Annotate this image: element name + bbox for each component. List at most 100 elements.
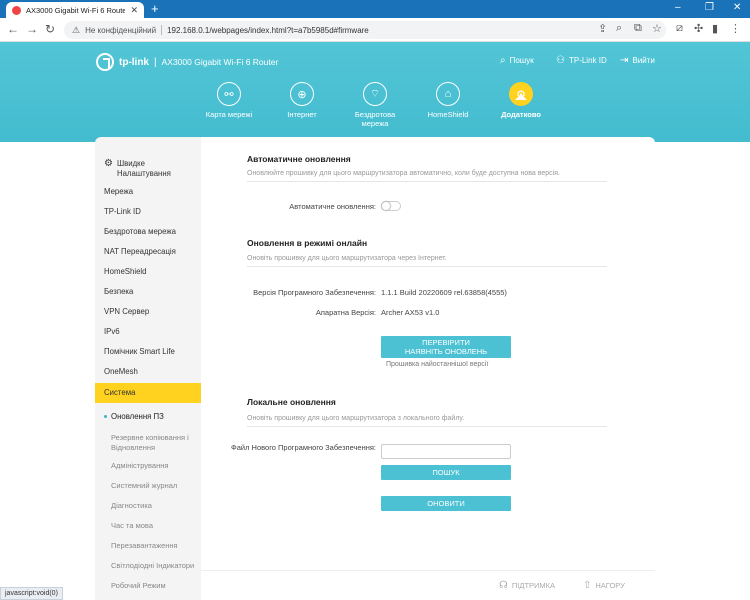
omnibox-divider: [161, 25, 163, 35]
browser-tab-bar: AX3000 Gigabit Wi-Fi 6 Router ✕ + – ❐ ✕: [0, 0, 750, 18]
sidebar-subitem-diagnostics[interactable]: Діагностика: [95, 501, 201, 511]
sidebar-item-nat[interactable]: NAT Переадресація: [95, 247, 201, 257]
new-firmware-file-label: Файл Нового Програмного Забезпечення:: [231, 443, 376, 452]
update-button[interactable]: ОНОВИТИ: [381, 496, 511, 511]
logout-link[interactable]: ⇥ Вийти: [620, 55, 655, 66]
nav-network-map[interactable]: ⚯ Карта мережі: [197, 82, 261, 119]
sidebar-subitem-label: Оновлення ПЗ: [111, 412, 164, 421]
reading-list-icon[interactable]: ⧄: [676, 22, 683, 35]
nav-label: Бездротова мережа: [354, 110, 396, 128]
sidebar-item-vpn[interactable]: VPN Сервер: [95, 307, 201, 317]
sidebar-subitem-firmware[interactable]: Оновлення ПЗ: [95, 412, 201, 422]
tab-favicon-icon: [12, 5, 21, 15]
sidebar-subitem-admin[interactable]: Адміністрування: [95, 461, 201, 471]
extensions-icon[interactable]: ⧉: [634, 22, 642, 35]
back-to-top-link[interactable]: ⇧ НАГОРУ: [583, 580, 625, 591]
sidebar-subitem-mode[interactable]: Робочий Режим: [95, 581, 201, 591]
support-icon: ☊: [499, 580, 508, 591]
address-bar: ← → ↻ ⚠ Не конфіденційний 192.168.0.1/we…: [0, 18, 750, 42]
tab-close-icon[interactable]: ✕: [130, 5, 138, 16]
logout-label: Вийти: [632, 56, 655, 65]
menu-icon[interactable]: ⋮: [730, 22, 741, 35]
quick-setup-icon: ⚙: [104, 158, 113, 169]
firmware-version-value: 1.1.1 Build 20220609 rel.63858(4555): [381, 288, 507, 297]
auto-update-title: Автоматичне оновлення: [247, 154, 351, 164]
sidebar-item-wireless[interactable]: Бездротова мережа: [95, 227, 201, 237]
back-icon[interactable]: ←: [7, 22, 19, 36]
nav-active-pointer: [515, 94, 527, 100]
hardware-version-label: Апаратна Версія:: [315, 308, 376, 317]
sidebar-subitem-backup[interactable]: Резервне копіювання і Відновлення: [95, 433, 201, 453]
puzzle-icon[interactable]: ✣: [694, 22, 703, 35]
browser-tab[interactable]: AX3000 Gigabit Wi-Fi 6 Router ✕: [6, 2, 144, 18]
bookmark-star-icon[interactable]: ☆: [652, 22, 662, 35]
sidebar-item-onemesh[interactable]: OneMesh: [95, 367, 201, 377]
user-icon: ⚇: [556, 55, 565, 66]
support-label: ПІДТРИМКА: [511, 581, 556, 590]
maximize-icon[interactable]: ❐: [705, 2, 714, 13]
logout-icon: ⇥: [620, 55, 629, 66]
sidebar-item-tplink-id[interactable]: TP-Link ID: [95, 207, 201, 217]
minimize-icon[interactable]: –: [675, 2, 681, 13]
back-to-top-label: НАГОРУ: [595, 581, 625, 590]
sidebar-subitem-reboot[interactable]: Перезавантаження: [95, 541, 201, 551]
sidebar-item-ipv6[interactable]: IPv6: [95, 327, 201, 337]
nav-homeshield[interactable]: ⌂ HomeShield: [416, 82, 480, 119]
sidebar-subitem-time[interactable]: Час та мова: [95, 521, 201, 531]
local-update-desc: Оновіть прошивку для цього маршрутизатор…: [247, 415, 607, 427]
auto-update-label: Автоматичне оновлення:: [289, 202, 376, 211]
url-text[interactable]: 192.168.0.1/webpages/index.html?t=a7b598…: [167, 26, 369, 35]
browse-button[interactable]: ПОШУК: [381, 465, 511, 480]
main-nav: ⚯ Карта мережі ⊕ Інтернет ⌔ Бездротова м…: [200, 82, 560, 142]
sidebar-item-homeshield[interactable]: HomeShield: [95, 267, 201, 277]
auto-update-toggle[interactable]: [381, 201, 401, 211]
forward-icon[interactable]: →: [26, 22, 38, 36]
firmware-status-note: Прошивка найостаннішої версії: [386, 361, 489, 368]
check-update-button[interactable]: ПЕРЕВІРИТИ НАЯВНІТЬ ОНОВЛЕНЬ: [381, 336, 511, 358]
sidebar-item-label: Швидке Налаштування: [116, 159, 171, 178]
sidebar-item-system[interactable]: Система: [95, 383, 201, 403]
new-tab-icon[interactable]: +: [151, 1, 159, 16]
wifi-icon: ⌔: [363, 82, 387, 106]
firmware-panel: Автоматичне оновлення Оновлюйте прошивку…: [201, 137, 655, 600]
home-shield-icon: ⌂: [436, 82, 460, 106]
tplink-id-link[interactable]: ⚇ TP-Link ID: [556, 55, 607, 66]
support-link[interactable]: ☊ ПІДТРИМКА: [499, 580, 555, 591]
nav-advanced[interactable]: ⚙ Додатково: [489, 82, 553, 119]
url-field[interactable]: ⚠ Не конфіденційний 192.168.0.1/webpages…: [64, 21, 666, 39]
tab-title: AX3000 Gigabit Wi-Fi 6 Router: [26, 5, 126, 15]
firmware-version-label: Версія Програмного Забезпечення:: [253, 288, 376, 297]
zoom-icon[interactable]: ⌕: [616, 22, 622, 35]
router-model: AX3000 Gigabit Wi-Fi 6 Router: [161, 57, 279, 67]
nav-label: Інтернет: [287, 110, 317, 119]
sidebar-subitem-syslog[interactable]: Системний журнал: [95, 481, 201, 491]
sidebar-subitem-led[interactable]: Світлодіодні Індикатори: [95, 561, 201, 571]
panel-footer: ☊ ПІДТРИМКА ⇧ НАГОРУ: [201, 570, 655, 600]
browser-status-bar: javascript:void(0): [0, 587, 63, 600]
tplink-logo: tp-link | AX3000 Gigabit Wi-Fi 6 Router: [96, 53, 278, 71]
logo-divider: |: [154, 56, 157, 68]
active-dot: [104, 415, 107, 419]
hardware-version-value: Archer AX53 v1.0: [381, 308, 440, 317]
nav-wireless[interactable]: ⌔ Бездротова мережа: [343, 82, 407, 128]
online-update-title: Оновлення в режимі онлайн: [247, 238, 368, 248]
sidebar-item-smart-life[interactable]: Помічник Smart Life: [95, 347, 201, 357]
warning-icon: ⚠: [72, 24, 81, 35]
firmware-file-field[interactable]: [381, 444, 511, 459]
arrow-up-icon: ⇧: [583, 580, 592, 591]
sidebar-item-network[interactable]: Мережа: [95, 187, 201, 197]
local-update-title: Локальне оновлення: [247, 397, 336, 407]
brand-name: tp-link: [119, 56, 149, 68]
share-icon[interactable]: ⇪: [598, 22, 607, 35]
nav-internet[interactable]: ⊕ Інтернет: [270, 82, 334, 119]
network-map-icon: ⚯: [217, 82, 241, 106]
online-update-desc: Оновіть прошивку для цього маршрутизатор…: [247, 255, 607, 267]
search-link[interactable]: ⌕ Пошук: [500, 55, 534, 66]
sidebar-item-quick-setup[interactable]: ⚙ Швидке Налаштування: [95, 159, 201, 179]
window-close-icon[interactable]: ✕: [733, 2, 741, 13]
insecure-label: Не конфіденційний: [85, 25, 157, 35]
sidebar-item-security[interactable]: Безпека: [95, 287, 201, 297]
nav-label: HomeShield: [427, 110, 469, 119]
sidepanel-icon[interactable]: ▮: [712, 22, 718, 35]
reload-icon[interactable]: ↻: [45, 22, 55, 36]
